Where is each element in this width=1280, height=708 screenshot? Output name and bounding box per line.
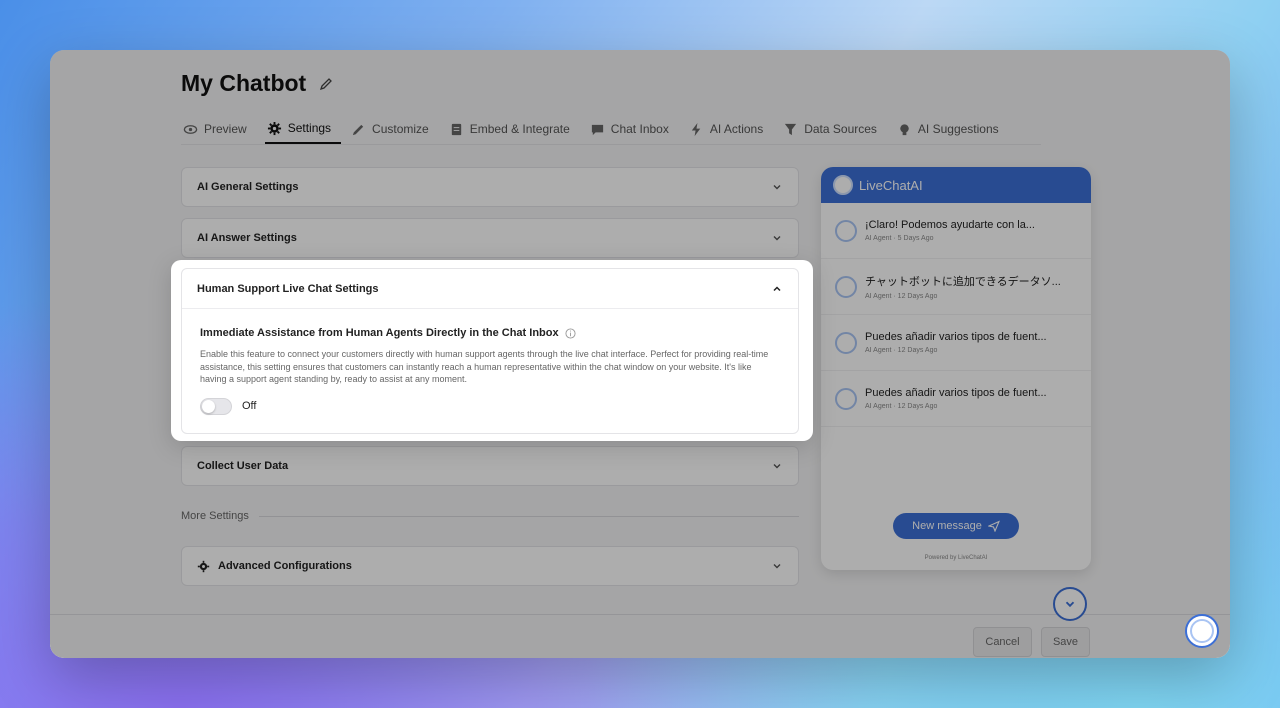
new-message-button[interactable]: New message <box>893 513 1019 539</box>
eye-icon <box>183 124 198 134</box>
cancel-button[interactable]: Cancel <box>973 627 1032 657</box>
agent-avatar-icon <box>835 387 857 410</box>
pencil-icon <box>352 124 364 135</box>
human-support-toggle[interactable] <box>200 397 232 415</box>
chevron-down-icon <box>773 464 781 469</box>
tab-customize[interactable]: Customize <box>349 114 439 144</box>
agent-avatar-icon <box>835 331 857 354</box>
tab-ai-suggestions[interactable]: AI Suggestions <box>895 114 1009 144</box>
accordion-advanced-configurations[interactable]: Advanced Configurations <box>181 546 799 586</box>
accordion-collect-user-data[interactable]: Collect User Data <box>181 446 799 486</box>
tab-ai-actions[interactable]: AI Actions <box>687 114 773 144</box>
save-button[interactable]: Save <box>1041 627 1090 657</box>
more-settings-divider: More Settings <box>181 510 799 522</box>
widget-header: LiveChatAI <box>821 167 1091 203</box>
chevron-down-icon <box>1065 601 1075 608</box>
tab-bar: Preview Settings Customize Embed & Integ… <box>181 114 1041 145</box>
divider-line <box>258 515 799 517</box>
agent-avatar-icon <box>835 219 857 242</box>
toggle-row: Off <box>200 397 780 415</box>
gear-icon <box>197 560 210 572</box>
conversation-item[interactable]: Puedes añadir varios tipos de fuent... A… <box>821 315 1091 371</box>
chevron-down-icon <box>773 185 781 190</box>
accordion-human-support-header[interactable]: Human Support Live Chat Settings <box>182 269 798 309</box>
lightbulb-icon <box>900 123 909 135</box>
page-title: My Chatbot <box>181 70 334 97</box>
advanced-configurations-label: Advanced Configurations <box>197 560 352 573</box>
chat-icon <box>591 124 603 135</box>
bot-avatar-icon <box>1190 619 1214 643</box>
conversation-item[interactable]: Puedes añadir varios tipos de fuent... A… <box>821 371 1091 427</box>
send-icon <box>987 520 1000 532</box>
chevron-down-icon <box>773 236 781 241</box>
toggle-knob <box>202 399 215 413</box>
chat-launcher-button[interactable] <box>1185 614 1219 648</box>
conversation-item[interactable]: ¡Claro! Podemos ayudarte con la... AI Ag… <box>821 203 1091 259</box>
tab-settings[interactable]: Settings <box>264 114 342 144</box>
tab-preview[interactable]: Preview <box>181 114 257 144</box>
accordion-ai-general-settings[interactable]: AI General Settings <box>181 167 799 207</box>
info-icon[interactable] <box>565 327 576 339</box>
tab-embed-integrate[interactable]: Embed & Integrate <box>447 114 580 144</box>
tab-chat-inbox[interactable]: Chat Inbox <box>588 114 679 144</box>
human-support-accordion: Human Support Live Chat Settings Immedia… <box>181 268 799 434</box>
agent-avatar-icon <box>835 275 857 298</box>
feature-description: Enable this feature to connect your cust… <box>200 349 769 384</box>
bot-avatar-icon <box>833 175 853 195</box>
accordion-ai-answer-settings[interactable]: AI Answer Settings <box>181 218 799 258</box>
toggle-state-label: Off <box>242 400 257 412</box>
human-support-body: Immediate Assistance from Human Agents D… <box>182 309 798 415</box>
filter-icon <box>785 123 797 135</box>
lightning-icon <box>691 122 701 136</box>
tab-data-sources[interactable]: Data Sources <box>781 114 887 144</box>
chevron-down-icon <box>773 564 781 569</box>
conversation-item[interactable]: チャットボットに追加できるデータソ... AI Agent · 12 Days … <box>821 259 1091 315</box>
chat-widget-preview: LiveChatAI ¡Claro! Podemos ayudarte con … <box>821 167 1091 570</box>
gear-icon <box>267 121 281 135</box>
feature-title: Immediate Assistance from Human Agents D… <box>200 327 780 339</box>
scroll-down-button[interactable] <box>1053 587 1087 621</box>
edit-title-icon[interactable] <box>318 76 334 92</box>
chevron-up-icon <box>773 285 781 291</box>
document-icon <box>451 123 461 135</box>
human-support-settings-panel: Human Support Live Chat Settings Immedia… <box>171 260 813 441</box>
